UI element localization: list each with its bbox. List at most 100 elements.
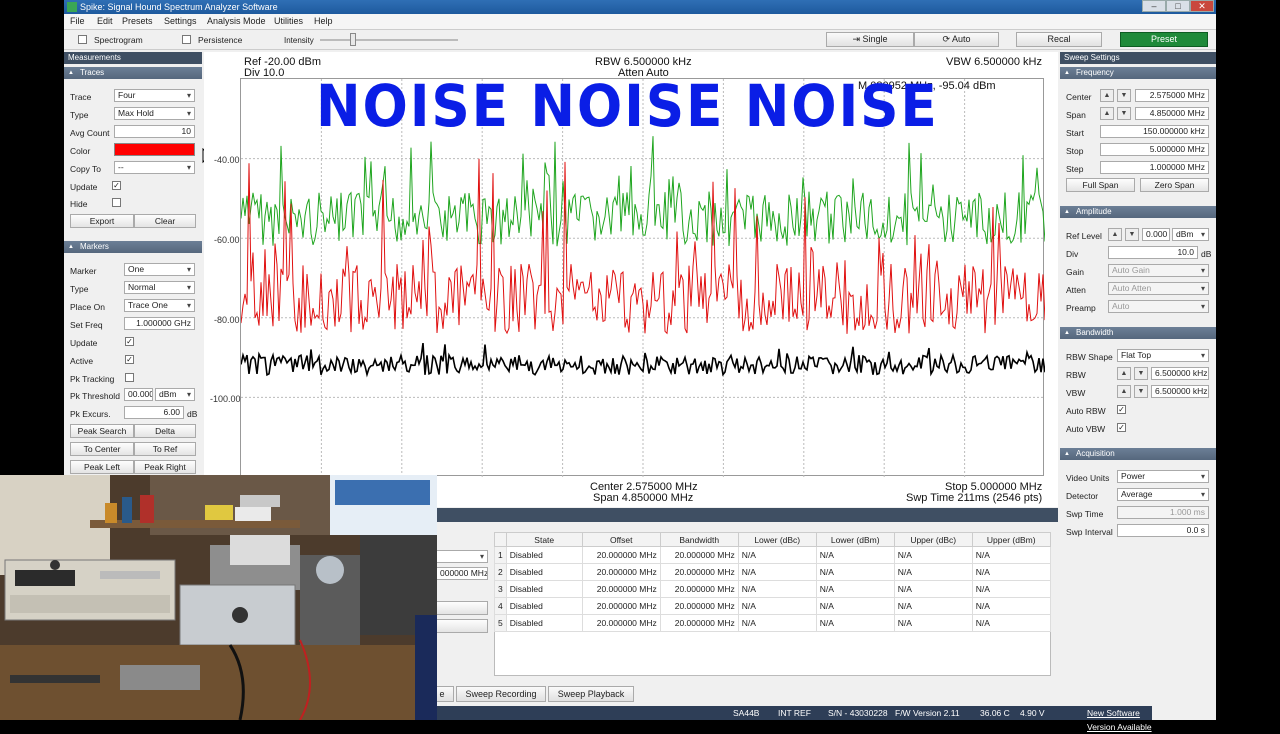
pk-tracking-checkbox[interactable] bbox=[125, 373, 134, 382]
set-freq-input[interactable]: 1.000000 GHz bbox=[124, 317, 195, 330]
state-select[interactable]: Disabled bbox=[505, 614, 583, 632]
single-sweep-button[interactable]: ⇥ Single bbox=[826, 32, 914, 47]
bandwidth-section-header[interactable]: Bandwidth bbox=[1060, 327, 1216, 339]
vbw-down-button[interactable]: ▼ bbox=[1134, 385, 1148, 398]
div-input[interactable]: 10.0 bbox=[1108, 246, 1198, 259]
marker-select[interactable]: One bbox=[124, 263, 195, 276]
frequency-section-header[interactable]: Frequency bbox=[1060, 67, 1216, 79]
software-update-link[interactable]: New Software Version Available bbox=[1087, 706, 1152, 734]
marker-active-checkbox[interactable]: ✓ bbox=[125, 355, 134, 364]
swp-time-input[interactable]: 1.000 ms bbox=[1117, 506, 1209, 519]
auto-sweep-button[interactable]: ⟳ Auto bbox=[914, 32, 999, 47]
ref-down-button[interactable]: ▼ bbox=[1125, 228, 1139, 241]
menu-presets[interactable]: Presets bbox=[122, 16, 153, 26]
rbw-shape-select[interactable]: Flat Top bbox=[1117, 349, 1209, 362]
amplitude-section-header[interactable]: Amplitude bbox=[1060, 206, 1216, 218]
marker-update-checkbox[interactable]: ✓ bbox=[125, 337, 134, 346]
partial-button-1[interactable] bbox=[436, 601, 488, 615]
place-on-select[interactable]: Trace One bbox=[124, 299, 195, 312]
partial-button-2[interactable] bbox=[436, 619, 488, 633]
markers-section-header[interactable]: Markers bbox=[64, 241, 202, 253]
copy-to-select[interactable]: -- bbox=[114, 161, 195, 174]
table-row[interactable]: 2 Disabled 20.000000 MHz 20.000000 MHz N/A N/… bbox=[494, 563, 1051, 581]
menu-edit[interactable]: Edit bbox=[97, 16, 113, 26]
menu-utilities[interactable]: Utilities bbox=[274, 16, 303, 26]
preset-button[interactable]: Preset bbox=[1120, 32, 1208, 47]
clear-button[interactable]: Clear bbox=[134, 214, 196, 228]
rbw-input[interactable]: 6.500000 kHz bbox=[1151, 367, 1209, 380]
vbw-up-button[interactable]: ▲ bbox=[1117, 385, 1131, 398]
zero-span-button[interactable]: Zero Span bbox=[1140, 178, 1209, 192]
pk-threshold-unit-select[interactable]: dBm bbox=[155, 388, 195, 401]
table-cell: N/A bbox=[737, 614, 817, 632]
intensity-slider-track[interactable] bbox=[320, 39, 458, 41]
menu-analysis-mode[interactable]: Analysis Mode bbox=[207, 16, 266, 26]
ref-up-button[interactable]: ▲ bbox=[1108, 228, 1122, 241]
auto-rbw-checkbox[interactable]: ✓ bbox=[1117, 405, 1126, 414]
tab-sweep-recording[interactable]: Sweep Recording bbox=[456, 686, 546, 702]
peak-right-button[interactable]: Peak Right bbox=[134, 460, 196, 474]
close-button[interactable]: ✕ bbox=[1190, 0, 1214, 12]
span-input[interactable]: 4.850000 MHz bbox=[1135, 107, 1209, 120]
rbw-up-button[interactable]: ▲ bbox=[1117, 367, 1131, 380]
minimize-button[interactable]: – bbox=[1142, 0, 1166, 12]
ref-level-input[interactable]: 0.000 bbox=[1142, 228, 1170, 241]
stop-input[interactable]: 5.000000 MHz bbox=[1100, 143, 1209, 156]
trace-hide-checkbox[interactable] bbox=[112, 198, 121, 207]
menu-settings[interactable]: Settings bbox=[164, 16, 197, 26]
state-select[interactable]: Disabled bbox=[505, 580, 583, 598]
marker-type-select[interactable]: Normal bbox=[124, 281, 195, 294]
swp-interval-input[interactable]: 0.0 s bbox=[1117, 524, 1209, 537]
ref-unit-select[interactable]: dBm bbox=[1172, 228, 1209, 241]
to-ref-button[interactable]: To Ref bbox=[134, 442, 196, 456]
video-units-select[interactable]: Power bbox=[1117, 470, 1209, 483]
export-button[interactable]: Export bbox=[70, 214, 134, 228]
start-input[interactable]: 150.000000 kHz bbox=[1100, 125, 1209, 138]
gain-select[interactable]: Auto Gain bbox=[1108, 264, 1209, 277]
state-select[interactable]: Disabled bbox=[505, 546, 583, 564]
atten-select[interactable]: Auto Atten bbox=[1108, 282, 1209, 295]
menu-file[interactable]: File bbox=[70, 16, 85, 26]
center-down-button[interactable]: ▼ bbox=[1117, 89, 1131, 102]
recal-button[interactable]: Recal bbox=[1016, 32, 1102, 47]
to-center-button[interactable]: To Center bbox=[70, 442, 134, 456]
table-row[interactable]: 1 Disabled 20.000000 MHz 20.000000 MHz N/A N/… bbox=[494, 546, 1051, 564]
peak-left-button[interactable]: Peak Left bbox=[70, 460, 134, 474]
center-up-button[interactable]: ▲ bbox=[1100, 89, 1114, 102]
preamp-select[interactable]: Auto bbox=[1108, 300, 1209, 313]
table-row[interactable]: 4 Disabled 20.000000 MHz 20.000000 MHz N/A N/… bbox=[494, 597, 1051, 615]
state-select[interactable]: Disabled bbox=[505, 597, 583, 615]
partial-frequency-input[interactable]: 000000 MHz bbox=[436, 567, 488, 580]
pk-excursion-input[interactable]: 6.00 bbox=[124, 406, 184, 419]
span-down-button[interactable]: ▼ bbox=[1117, 107, 1131, 120]
step-input[interactable]: 1.000000 MHz bbox=[1100, 161, 1209, 174]
trace-select[interactable]: Four bbox=[114, 89, 195, 102]
spectrogram-checkbox[interactable] bbox=[78, 35, 87, 44]
persistence-checkbox[interactable] bbox=[182, 35, 191, 44]
table-row[interactable]: 5 Disabled 20.000000 MHz 20.000000 MHz N/A N/… bbox=[494, 614, 1051, 632]
trace-update-checkbox[interactable]: ✓ bbox=[112, 181, 121, 190]
marker-label: Marker bbox=[70, 266, 97, 276]
detector-select[interactable]: Average bbox=[1117, 488, 1209, 501]
tab-sweep-playback[interactable]: Sweep Playback bbox=[548, 686, 634, 702]
table-row[interactable]: 3 Disabled 20.000000 MHz 20.000000 MHz N/A N/… bbox=[494, 580, 1051, 598]
delta-button[interactable]: Delta bbox=[134, 424, 196, 438]
span-up-button[interactable]: ▲ bbox=[1100, 107, 1114, 120]
partial-select[interactable] bbox=[436, 550, 488, 563]
center-input[interactable]: 2.575000 MHz bbox=[1135, 89, 1209, 102]
intensity-slider-handle[interactable] bbox=[350, 33, 356, 46]
state-select[interactable]: Disabled bbox=[505, 563, 583, 581]
peak-search-button[interactable]: Peak Search bbox=[70, 424, 134, 438]
auto-vbw-checkbox[interactable]: ✓ bbox=[1117, 423, 1126, 432]
full-span-button[interactable]: Full Span bbox=[1066, 178, 1135, 192]
rbw-down-button[interactable]: ▼ bbox=[1134, 367, 1148, 380]
vbw-input[interactable]: 6.500000 kHz bbox=[1151, 385, 1209, 398]
menu-help[interactable]: Help bbox=[314, 16, 333, 26]
trace-type-select[interactable]: Max Hold bbox=[114, 107, 195, 120]
pk-threshold-input[interactable]: 00.000 bbox=[124, 388, 153, 401]
acquisition-section-header[interactable]: Acquisition bbox=[1060, 448, 1216, 460]
trace-color-swatch[interactable] bbox=[114, 143, 195, 156]
maximize-button[interactable]: □ bbox=[1166, 0, 1190, 12]
avg-count-input[interactable]: 10 bbox=[114, 125, 195, 138]
traces-section-header[interactable]: Traces bbox=[64, 67, 202, 79]
